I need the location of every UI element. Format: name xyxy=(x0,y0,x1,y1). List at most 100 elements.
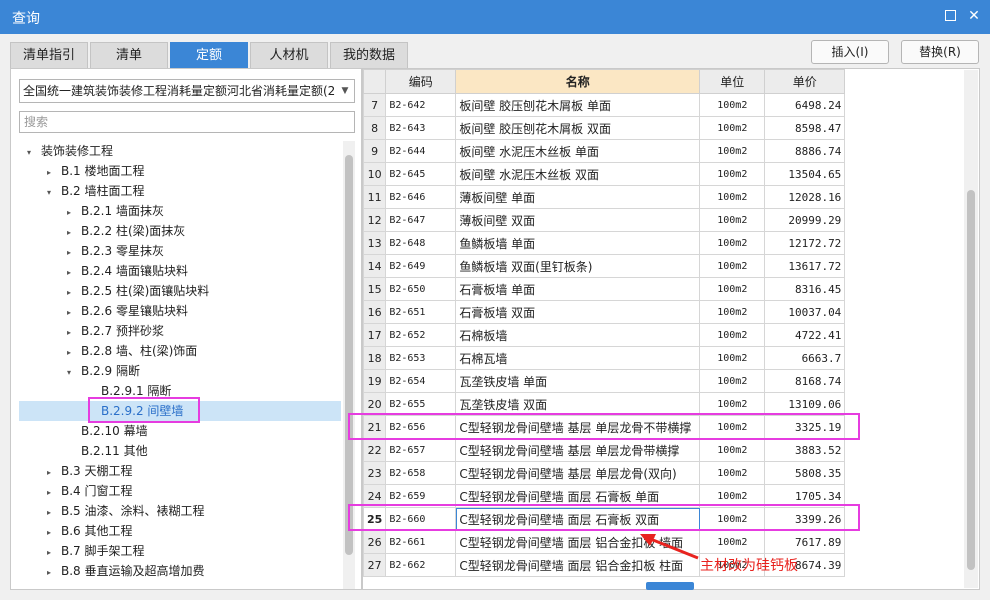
row-unit[interactable]: 100m2 xyxy=(699,438,766,462)
row-number[interactable]: 23 xyxy=(363,461,387,485)
row-name[interactable]: 板间壁 水泥压木丝板 单面 xyxy=(455,139,701,163)
table-row[interactable]: 9 B2-644 板间壁 水泥压木丝板 单面 100m2 8886.74 xyxy=(363,139,846,163)
row-price[interactable]: 8168.74 xyxy=(764,369,846,393)
row-price[interactable]: 8316.45 xyxy=(764,277,846,301)
tree-node[interactable]: ▸ B.1 楼地面工程 xyxy=(43,161,145,181)
row-name[interactable]: 板间壁 胶压刨花木屑板 双面 xyxy=(455,116,701,140)
row-number[interactable]: 22 xyxy=(363,438,387,462)
row-number[interactable]: 18 xyxy=(363,346,387,370)
header-name[interactable]: 名称 xyxy=(455,69,701,94)
row-code[interactable]: B2-648 xyxy=(385,231,457,255)
row-code[interactable]: B2-653 xyxy=(385,346,457,370)
header-price[interactable]: 单价 xyxy=(764,69,846,94)
chevron-right-icon[interactable]: ▸ xyxy=(63,243,75,263)
row-code[interactable]: B2-643 xyxy=(385,116,457,140)
row-number[interactable]: 27 xyxy=(363,553,387,577)
table-row[interactable]: 17 B2-652 石棉板墙 100m2 4722.41 xyxy=(363,323,846,347)
row-unit[interactable]: 100m2 xyxy=(699,346,766,370)
row-unit[interactable]: 100m2 xyxy=(699,231,766,255)
tree-node[interactable]: ▸ B.2.1 墙面抹灰 xyxy=(63,201,164,221)
row-number[interactable]: 11 xyxy=(363,185,387,209)
tree-node[interactable]: B.2.11 其他 xyxy=(63,441,148,461)
chevron-down-icon[interactable]: ▾ xyxy=(43,183,55,203)
row-price[interactable]: 13504.65 xyxy=(764,162,846,186)
tree-node[interactable]: ▸ B.5 油漆、涂料、裱糊工程 xyxy=(43,501,205,521)
row-code[interactable]: B2-654 xyxy=(385,369,457,393)
row-name[interactable]: 石膏板墙 单面 xyxy=(455,277,701,301)
tree-node[interactable]: B.2.10 幕墙 xyxy=(63,421,148,441)
row-code[interactable]: B2-658 xyxy=(385,461,457,485)
row-price[interactable]: 8886.74 xyxy=(764,139,846,163)
chevron-right-icon[interactable]: ▸ xyxy=(43,563,55,583)
table-row[interactable]: 19 B2-654 瓦垄铁皮墙 单面 100m2 8168.74 xyxy=(363,369,846,393)
row-unit[interactable]: 100m2 xyxy=(699,461,766,485)
row-unit[interactable]: 100m2 xyxy=(699,300,766,324)
tab-bill-guide[interactable]: 清单指引 xyxy=(10,42,88,68)
chevron-right-icon[interactable]: ▸ xyxy=(43,523,55,543)
tab-bill[interactable]: 清单 xyxy=(90,42,168,68)
tree-node[interactable]: ▸ B.2.8 墙、柱(梁)饰面 xyxy=(63,341,197,361)
close-icon[interactable]: ✕ xyxy=(964,6,984,26)
row-unit[interactable]: 100m2 xyxy=(699,208,766,232)
chevron-right-icon[interactable]: ▸ xyxy=(43,543,55,563)
table-row[interactable]: 18 B2-653 石棉瓦墙 100m2 6663.7 xyxy=(363,346,846,370)
row-code[interactable]: B2-646 xyxy=(385,185,457,209)
row-name[interactable]: 石棉板墙 xyxy=(455,323,701,347)
row-name[interactable]: 板间壁 胶压刨花木屑板 单面 xyxy=(455,93,701,117)
table-row[interactable]: 23 B2-658 C型轻钢龙骨间壁墙 基层 单层龙骨(双向) 100m2 5808.3… xyxy=(363,461,846,485)
row-name[interactable]: C型轻钢龙骨间壁墙 基层 单层龙骨带横撑 xyxy=(455,438,701,462)
row-name[interactable]: C型轻钢龙骨间壁墙 基层 单层龙骨(双向) xyxy=(455,461,701,485)
row-unit[interactable]: 100m2 xyxy=(699,369,766,393)
row-price[interactable]: 6663.7 xyxy=(764,346,846,370)
tree-node[interactable]: ▸ B.2.6 零星镶贴块料 xyxy=(63,301,188,321)
chevron-right-icon[interactable]: ▸ xyxy=(43,503,55,523)
row-code[interactable]: B2-651 xyxy=(385,300,457,324)
chevron-right-icon[interactable]: ▸ xyxy=(43,483,55,503)
chevron-right-icon[interactable]: ▸ xyxy=(63,323,75,343)
tree-node[interactable]: ▸ B.2.3 零星抹灰 xyxy=(63,241,164,261)
table-row[interactable]: 22 B2-657 C型轻钢龙骨间壁墙 基层 单层龙骨带横撑 100m2 3883.52 xyxy=(363,438,846,462)
row-number[interactable]: 17 xyxy=(363,323,387,347)
table-row[interactable]: 13 B2-648 鱼鳞板墙 单面 100m2 12172.72 xyxy=(363,231,846,255)
row-unit[interactable]: 100m2 xyxy=(699,139,766,163)
row-name[interactable]: 石膏板墙 双面 xyxy=(455,300,701,324)
row-number[interactable]: 14 xyxy=(363,254,387,278)
row-number[interactable]: 16 xyxy=(363,300,387,324)
row-price[interactable]: 8598.47 xyxy=(764,116,846,140)
row-name[interactable]: 鱼鳞板墙 双面(里钉板条) xyxy=(455,254,701,278)
replace-button[interactable]: 替换(R) xyxy=(901,40,979,64)
table-row[interactable]: 10 B2-645 板间壁 水泥压木丝板 双面 100m2 13504.65 xyxy=(363,162,846,186)
row-unit[interactable]: 100m2 xyxy=(699,277,766,301)
row-name[interactable]: 板间壁 水泥压木丝板 双面 xyxy=(455,162,701,186)
tab-labor-material-machine[interactable]: 人材机 xyxy=(250,42,328,68)
row-price[interactable]: 13617.72 xyxy=(764,254,846,278)
chevron-right-icon[interactable]: ▸ xyxy=(63,343,75,363)
row-code[interactable]: B2-647 xyxy=(385,208,457,232)
row-price[interactable]: 12172.72 xyxy=(764,231,846,255)
row-price[interactable]: 5808.35 xyxy=(764,461,846,485)
tree-node[interactable]: ▸ B.6 其他工程 xyxy=(43,521,133,541)
row-unit[interactable]: 100m2 xyxy=(699,185,766,209)
row-code[interactable]: B2-645 xyxy=(385,162,457,186)
tree-node[interactable]: ▾ 装饰装修工程 xyxy=(23,141,113,161)
chevron-right-icon[interactable]: ▸ xyxy=(63,203,75,223)
maximize-icon[interactable] xyxy=(945,10,956,21)
table-row[interactable]: 16 B2-651 石膏板墙 双面 100m2 10037.04 xyxy=(363,300,846,324)
row-unit[interactable]: 100m2 xyxy=(699,323,766,347)
insert-button[interactable]: 插入(I) xyxy=(811,40,889,64)
row-unit[interactable]: 100m2 xyxy=(699,162,766,186)
splitter-handle[interactable] xyxy=(646,582,694,590)
row-unit[interactable]: 100m2 xyxy=(699,254,766,278)
row-name[interactable]: 薄板间壁 双面 xyxy=(455,208,701,232)
tree-node[interactable]: ▸ B.8 垂直运输及超高增加费 xyxy=(43,561,205,581)
row-number[interactable]: 9 xyxy=(363,139,387,163)
table-row[interactable]: 11 B2-646 薄板间壁 单面 100m2 12028.16 xyxy=(363,185,846,209)
tree-node[interactable]: ▾ B.2 墙柱面工程 xyxy=(43,181,145,201)
chevron-right-icon[interactable]: ▸ xyxy=(63,263,75,283)
table-scrollbar[interactable] xyxy=(964,70,978,588)
table-row[interactable]: 26 B2-661 C型轻钢龙骨间壁墙 面层 铝合金扣板 墙面 100m2 7617.8… xyxy=(363,530,846,554)
row-code[interactable]: B2-662 xyxy=(385,553,457,577)
row-code[interactable]: B2-642 xyxy=(385,93,457,117)
tree-node[interactable]: ▸ B.4 门窗工程 xyxy=(43,481,133,501)
chevron-down-icon[interactable]: ▾ xyxy=(23,143,35,163)
